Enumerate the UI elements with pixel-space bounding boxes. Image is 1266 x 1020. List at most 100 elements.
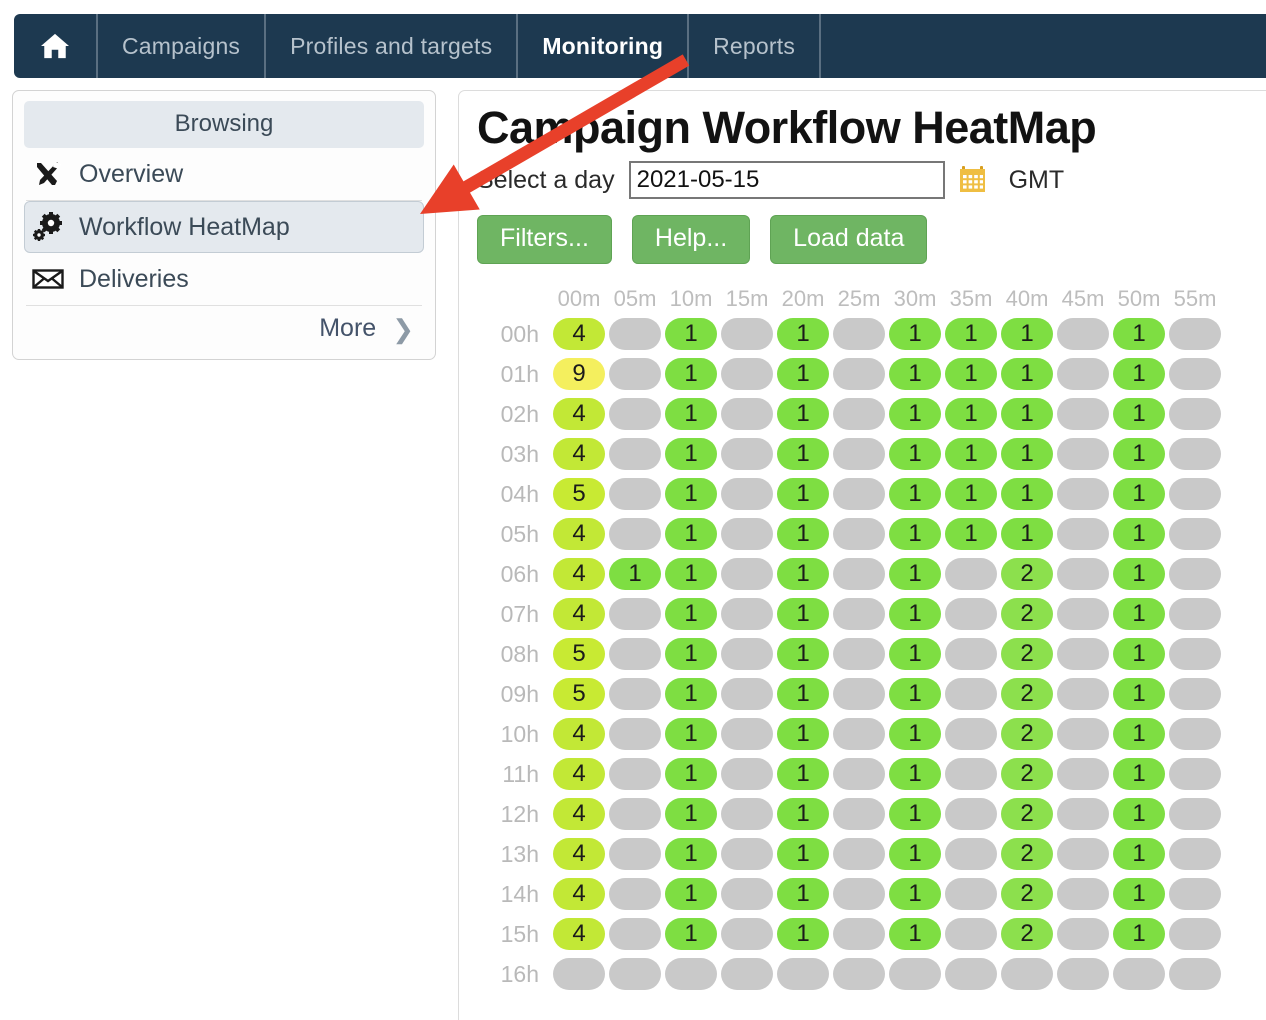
heatmap-cell-00h-40m[interactable]: 1 — [1001, 318, 1053, 350]
heatmap-cell-01h-10m[interactable]: 1 — [665, 358, 717, 390]
nav-tab-profiles-and-targets[interactable]: Profiles and targets — [266, 14, 518, 78]
heatmap-cell-09h-40m[interactable]: 2 — [1001, 678, 1053, 710]
heatmap-cell-15h-10m[interactable]: 1 — [665, 918, 717, 950]
heatmap-cell-11h-50m[interactable]: 1 — [1113, 758, 1165, 790]
day-input[interactable] — [629, 161, 945, 199]
heatmap-cell-03h-50m[interactable]: 1 — [1113, 438, 1165, 470]
heatmap-cell-00h-35m[interactable]: 1 — [945, 318, 997, 350]
heatmap-cell-05h-30m[interactable]: 1 — [889, 518, 941, 550]
heatmap-cell-01h-35m[interactable]: 1 — [945, 358, 997, 390]
heatmap-cell-15h-50m[interactable]: 1 — [1113, 918, 1165, 950]
heatmap-cell-05h-50m[interactable]: 1 — [1113, 518, 1165, 550]
heatmap-cell-14h-10m[interactable]: 1 — [665, 878, 717, 910]
heatmap-cell-12h-40m[interactable]: 2 — [1001, 798, 1053, 830]
heatmap-cell-13h-40m[interactable]: 2 — [1001, 838, 1053, 870]
heatmap-cell-02h-35m[interactable]: 1 — [945, 398, 997, 430]
load-data-button[interactable]: Load data — [770, 215, 927, 264]
heatmap-cell-02h-00m[interactable]: 4 — [553, 398, 605, 430]
heatmap-cell-11h-00m[interactable]: 4 — [553, 758, 605, 790]
heatmap-cell-09h-50m[interactable]: 1 — [1113, 678, 1165, 710]
nav-tab-reports[interactable]: Reports — [689, 14, 821, 78]
heatmap-cell-07h-40m[interactable]: 2 — [1001, 598, 1053, 630]
heatmap-cell-12h-20m[interactable]: 1 — [777, 798, 829, 830]
heatmap-cell-14h-30m[interactable]: 1 — [889, 878, 941, 910]
heatmap-cell-07h-10m[interactable]: 1 — [665, 598, 717, 630]
heatmap-cell-01h-20m[interactable]: 1 — [777, 358, 829, 390]
sidebar-item-overview[interactable]: Overview — [24, 148, 424, 200]
heatmap-cell-13h-30m[interactable]: 1 — [889, 838, 941, 870]
heatmap-cell-01h-30m[interactable]: 1 — [889, 358, 941, 390]
heatmap-cell-04h-30m[interactable]: 1 — [889, 478, 941, 510]
heatmap-cell-09h-10m[interactable]: 1 — [665, 678, 717, 710]
nav-tab-monitoring[interactable]: Monitoring — [518, 14, 689, 78]
heatmap-cell-03h-30m[interactable]: 1 — [889, 438, 941, 470]
heatmap-cell-02h-10m[interactable]: 1 — [665, 398, 717, 430]
heatmap-cell-10h-10m[interactable]: 1 — [665, 718, 717, 750]
heatmap-cell-08h-30m[interactable]: 1 — [889, 638, 941, 670]
help-button[interactable]: Help... — [632, 215, 750, 264]
heatmap-cell-12h-10m[interactable]: 1 — [665, 798, 717, 830]
heatmap-cell-00h-50m[interactable]: 1 — [1113, 318, 1165, 350]
heatmap-cell-06h-50m[interactable]: 1 — [1113, 558, 1165, 590]
heatmap-cell-14h-00m[interactable]: 4 — [553, 878, 605, 910]
heatmap-cell-07h-20m[interactable]: 1 — [777, 598, 829, 630]
heatmap-cell-12h-00m[interactable]: 4 — [553, 798, 605, 830]
heatmap-cell-02h-30m[interactable]: 1 — [889, 398, 941, 430]
heatmap-cell-13h-50m[interactable]: 1 — [1113, 838, 1165, 870]
heatmap-cell-15h-20m[interactable]: 1 — [777, 918, 829, 950]
heatmap-cell-15h-40m[interactable]: 2 — [1001, 918, 1053, 950]
heatmap-cell-07h-50m[interactable]: 1 — [1113, 598, 1165, 630]
heatmap-cell-13h-00m[interactable]: 4 — [553, 838, 605, 870]
heatmap-cell-08h-50m[interactable]: 1 — [1113, 638, 1165, 670]
heatmap-cell-10h-20m[interactable]: 1 — [777, 718, 829, 750]
heatmap-cell-02h-50m[interactable]: 1 — [1113, 398, 1165, 430]
heatmap-cell-08h-40m[interactable]: 2 — [1001, 638, 1053, 670]
heatmap-cell-04h-40m[interactable]: 1 — [1001, 478, 1053, 510]
heatmap-cell-02h-40m[interactable]: 1 — [1001, 398, 1053, 430]
heatmap-cell-03h-40m[interactable]: 1 — [1001, 438, 1053, 470]
heatmap-cell-11h-30m[interactable]: 1 — [889, 758, 941, 790]
heatmap-cell-06h-20m[interactable]: 1 — [777, 558, 829, 590]
heatmap-cell-11h-40m[interactable]: 2 — [1001, 758, 1053, 790]
heatmap-cell-05h-35m[interactable]: 1 — [945, 518, 997, 550]
heatmap-cell-08h-20m[interactable]: 1 — [777, 638, 829, 670]
heatmap-cell-14h-40m[interactable]: 2 — [1001, 878, 1053, 910]
filters-button[interactable]: Filters... — [477, 215, 612, 264]
heatmap-cell-03h-35m[interactable]: 1 — [945, 438, 997, 470]
sidebar-item-deliveries[interactable]: Deliveries — [24, 253, 424, 305]
heatmap-cell-12h-50m[interactable]: 1 — [1113, 798, 1165, 830]
heatmap-cell-15h-00m[interactable]: 4 — [553, 918, 605, 950]
heatmap-cell-01h-40m[interactable]: 1 — [1001, 358, 1053, 390]
heatmap-cell-04h-50m[interactable]: 1 — [1113, 478, 1165, 510]
heatmap-cell-05h-40m[interactable]: 1 — [1001, 518, 1053, 550]
sidebar-item-workflow-heatmap[interactable]: Workflow HeatMap — [24, 201, 424, 253]
heatmap-cell-06h-30m[interactable]: 1 — [889, 558, 941, 590]
heatmap-cell-10h-00m[interactable]: 4 — [553, 718, 605, 750]
heatmap-cell-04h-35m[interactable]: 1 — [945, 478, 997, 510]
heatmap-cell-00h-10m[interactable]: 1 — [665, 318, 717, 350]
heatmap-cell-08h-10m[interactable]: 1 — [665, 638, 717, 670]
heatmap-cell-03h-10m[interactable]: 1 — [665, 438, 717, 470]
heatmap-cell-07h-30m[interactable]: 1 — [889, 598, 941, 630]
heatmap-cell-03h-20m[interactable]: 1 — [777, 438, 829, 470]
heatmap-cell-00h-30m[interactable]: 1 — [889, 318, 941, 350]
heatmap-cell-11h-20m[interactable]: 1 — [777, 758, 829, 790]
heatmap-cell-10h-30m[interactable]: 1 — [889, 718, 941, 750]
heatmap-cell-06h-40m[interactable]: 2 — [1001, 558, 1053, 590]
heatmap-cell-05h-00m[interactable]: 4 — [553, 518, 605, 550]
heatmap-cell-13h-10m[interactable]: 1 — [665, 838, 717, 870]
heatmap-cell-08h-00m[interactable]: 5 — [553, 638, 605, 670]
heatmap-cell-09h-00m[interactable]: 5 — [553, 678, 605, 710]
heatmap-cell-15h-30m[interactable]: 1 — [889, 918, 941, 950]
heatmap-cell-04h-20m[interactable]: 1 — [777, 478, 829, 510]
heatmap-cell-04h-10m[interactable]: 1 — [665, 478, 717, 510]
heatmap-cell-14h-20m[interactable]: 1 — [777, 878, 829, 910]
nav-home-button[interactable] — [14, 14, 98, 78]
heatmap-cell-02h-20m[interactable]: 1 — [777, 398, 829, 430]
heatmap-cell-11h-10m[interactable]: 1 — [665, 758, 717, 790]
heatmap-cell-10h-50m[interactable]: 1 — [1113, 718, 1165, 750]
nav-tab-campaigns[interactable]: Campaigns — [98, 14, 266, 78]
heatmap-cell-09h-30m[interactable]: 1 — [889, 678, 941, 710]
heatmap-cell-03h-00m[interactable]: 4 — [553, 438, 605, 470]
heatmap-cell-07h-00m[interactable]: 4 — [553, 598, 605, 630]
